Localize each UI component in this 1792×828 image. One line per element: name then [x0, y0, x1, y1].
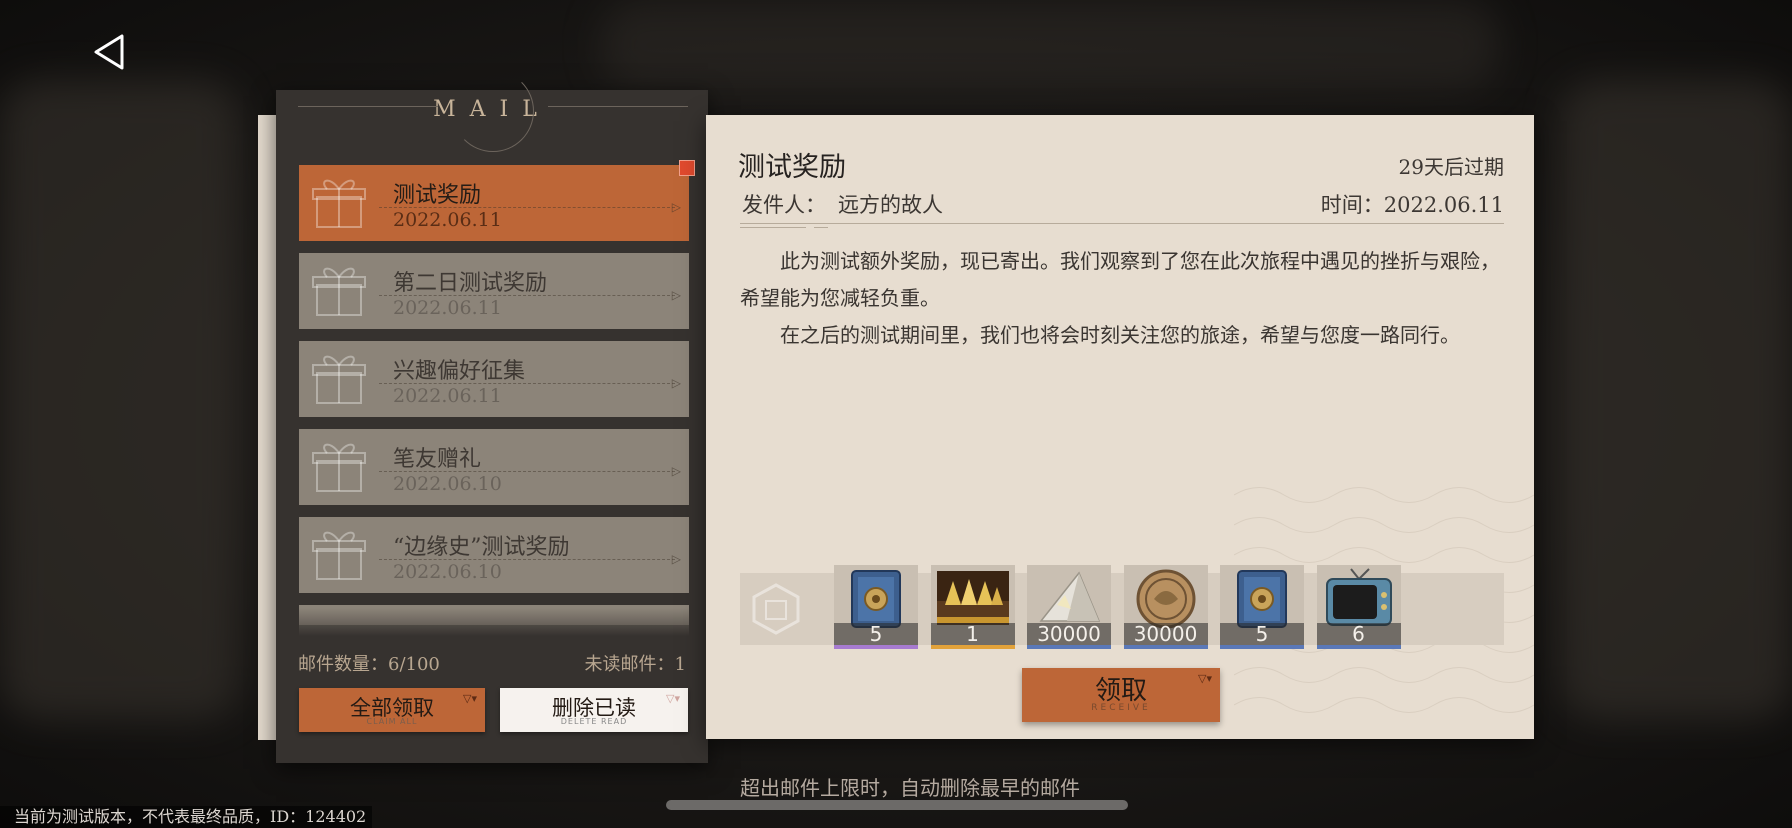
gift-icon [307, 349, 371, 409]
gift-icon [307, 437, 371, 497]
mail-item-date: 2022.06.10 [393, 473, 502, 495]
rarity-bar [834, 645, 918, 649]
arrow-right-icon: ▷ [671, 376, 681, 390]
reward-quantity: 5 [834, 623, 918, 645]
mail-detail-title: 测试奖励 [738, 152, 846, 183]
divider [298, 106, 438, 107]
divider [740, 227, 806, 228]
hexagon-emblem-icon [752, 583, 800, 635]
mail-detail-panel: 测试奖励 29天后过期 发件人： 远方的故人 时间：2022.06.11 此为测… [706, 115, 1534, 739]
arrow-right-icon: ▷ [671, 552, 681, 566]
rarity-bar [1123, 645, 1208, 649]
divider [740, 223, 1504, 224]
version-watermark: 当前为测试版本，不代表最终品质，ID：124402 [0, 806, 373, 828]
receive-sublabel: RECEIVE [1091, 703, 1151, 713]
expire-text: 29天后过期 [1398, 155, 1504, 179]
background-blur [0, 80, 240, 720]
mail-list-item[interactable]: ▷ “边缘史”测试奖励 2022.06.10 [299, 517, 689, 593]
reward-quantity: 5 [1220, 623, 1304, 645]
reward-quantity: 1 [930, 623, 1015, 645]
arrow-right-icon: ▷ [671, 200, 681, 214]
mail-time: 时间：2022.06.11 [1320, 193, 1504, 217]
mail-paragraph: 此为测试额外奖励，现已寄出。我们观察到了您在此次旅程中遇见的挫折与艰险，希望能为… [740, 249, 1500, 310]
reward-item[interactable]: 30000 [1027, 565, 1111, 649]
mail-item-date: 2022.06.10 [393, 561, 502, 583]
sender-label: 发件人： [742, 193, 826, 217]
sender-name: 远方的故人 [838, 193, 943, 217]
claim-all-sublabel: CLAIM ALL [366, 717, 418, 726]
mail-list-panel: MAIL ▷ 测试奖励 2022.06.11 ▷ 第二日测试奖励 2022.06.11 ▷ 兴… [276, 70, 708, 763]
gift-icon [307, 261, 371, 321]
mail-limit-note: 超出邮件上限时，自动删除最早的邮件 [740, 776, 1080, 800]
gift-icon [307, 173, 371, 233]
background-blur [600, 0, 1500, 90]
mail-item-title: “边缘史”测试奖励 [393, 535, 570, 560]
mail-item-title: 第二日测试奖励 [393, 271, 548, 296]
mail-item-date: 2022.06.11 [393, 209, 502, 231]
receive-label: 领取 [1094, 676, 1147, 706]
mail-item-date: 2022.06.11 [393, 385, 502, 407]
rarity-bar [930, 645, 1015, 649]
reward-item[interactable]: 5 [1220, 565, 1304, 649]
reward-quantity: 30000 [1027, 623, 1111, 645]
mail-list-item[interactable]: ▷ 测试奖励 2022.06.11 [299, 165, 689, 241]
decorative-arc [452, 70, 534, 152]
mail-item-title: 测试奖励 [393, 183, 482, 208]
gift-icon [307, 525, 371, 585]
paper-edge [258, 115, 276, 740]
back-button[interactable] [88, 30, 132, 74]
mail-item-title: 兴趣偏好征集 [393, 359, 526, 384]
back-triangle-icon [94, 34, 124, 70]
reward-item[interactable]: 6 [1316, 565, 1401, 649]
reward-quantity: 6 [1316, 623, 1401, 645]
unread-indicator [679, 160, 695, 176]
reward-item[interactable]: 1 [930, 565, 1015, 649]
mail-paragraph: 在之后的测试期间里，我们也将会时刻关注您的旅途，希望与您度一路同行。 [780, 323, 1460, 347]
mail-item-title: 笔友赠礼 [393, 447, 482, 472]
rarity-bar [1220, 645, 1304, 649]
claim-all-button[interactable]: 全部领取 CLAIM ALL ▽▾ [299, 688, 485, 732]
rarity-bar [1316, 645, 1401, 649]
corner-triangle-icon: ▽▾ [666, 692, 680, 705]
background-blur [1560, 80, 1792, 720]
corner-triangle-icon: ▽▾ [1198, 672, 1212, 685]
rarity-bar [1027, 645, 1111, 649]
reward-item[interactable]: 5 [834, 565, 918, 649]
delete-read-button[interactable]: 删除已读 DELETE READ ▽▾ [500, 688, 688, 732]
unread-count: 未读邮件：1 [584, 654, 686, 675]
reward-quantity: 30000 [1123, 623, 1208, 645]
mail-body: 此为测试额外奖励，现已寄出。我们观察到了您在此次旅程中遇见的挫折与艰险，希望能为… [740, 243, 1504, 354]
arrow-right-icon: ▷ [671, 464, 681, 478]
mail-list-item[interactable]: ▷ 兴趣偏好征集 2022.06.11 [299, 341, 689, 417]
home-indicator[interactable] [666, 800, 1128, 810]
mail-header: MAIL [276, 70, 708, 164]
divider [548, 106, 688, 107]
corner-triangle-icon: ▽▾ [463, 692, 477, 705]
mail-list-item[interactable]: ▷ 笔友赠礼 2022.06.10 [299, 429, 689, 505]
receive-button[interactable]: 领取 RECEIVE ▽▾ [1022, 668, 1220, 722]
divider [814, 227, 828, 228]
mail-count: 邮件数量：6/100 [298, 654, 440, 675]
reward-item[interactable]: 30000 [1123, 565, 1208, 649]
list-fade [299, 608, 689, 636]
arrow-right-icon: ▷ [671, 288, 681, 302]
delete-read-sublabel: DELETE READ [560, 717, 628, 726]
mail-item-date: 2022.06.11 [393, 297, 502, 319]
mail-list-item[interactable]: ▷ 第二日测试奖励 2022.06.11 [299, 253, 689, 329]
